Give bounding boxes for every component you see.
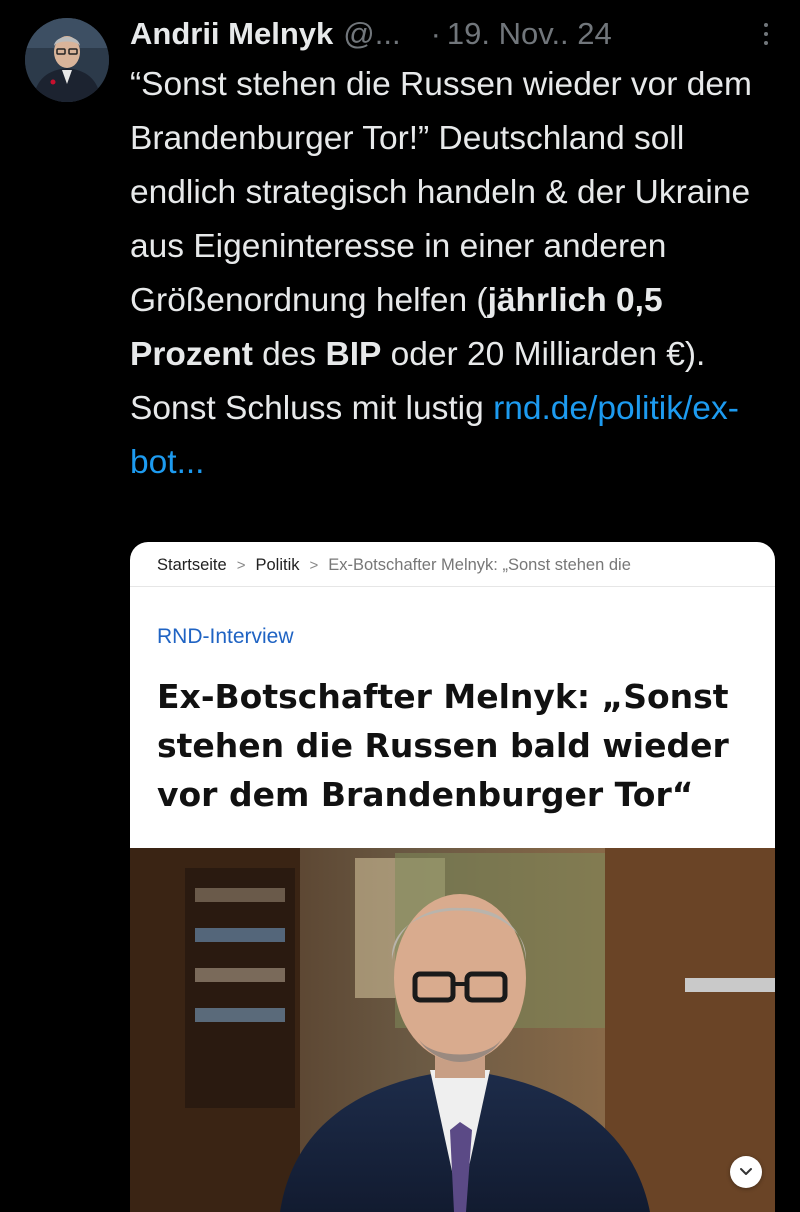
breadcrumb-item-politik[interactable]: Politik — [255, 556, 299, 575]
chevron-down-icon[interactable] — [730, 1156, 762, 1188]
tweet-text-part-2: des — [252, 336, 326, 373]
avatar-photo — [25, 18, 109, 102]
article-kicker[interactable]: RND-Interview — [157, 625, 294, 649]
article-photo — [130, 848, 775, 1212]
breadcrumb-item-current: Ex-Botschafter Melnyk: „Sonst stehen die — [328, 555, 631, 574]
breadcrumb-separator-icon: > — [236, 556, 246, 574]
article-headline[interactable]: Ex-Botschafter Melnyk: „Sonst stehen die… — [157, 672, 767, 819]
author-handle[interactable]: @... — [343, 16, 400, 52]
avatar[interactable] — [25, 18, 109, 102]
more-options-icon[interactable] — [754, 18, 778, 50]
breadcrumb: Startseite > Politik > Ex-Botschafter Me… — [157, 552, 631, 578]
tweet-text-bold-2: BIP — [325, 336, 382, 373]
author-name[interactable]: Andrii Melnyk — [130, 16, 333, 52]
breadcrumb-divider — [130, 586, 775, 587]
breadcrumb-separator-icon: > — [309, 556, 319, 574]
tweet-text: “Sonst stehen die Russen wieder vor dem … — [130, 58, 780, 490]
tweet-date[interactable]: 19. Nov.. 24 — [447, 16, 612, 52]
link-preview-card[interactable]: Startseite > Politik > Ex-Botschafter Me… — [130, 542, 775, 1212]
breadcrumb-item-startseite[interactable]: Startseite — [157, 556, 227, 575]
header-separator: · — [430, 16, 441, 51]
tweet-header: Andrii Melnyk @... · 19. Nov.. 24 — [130, 12, 778, 56]
